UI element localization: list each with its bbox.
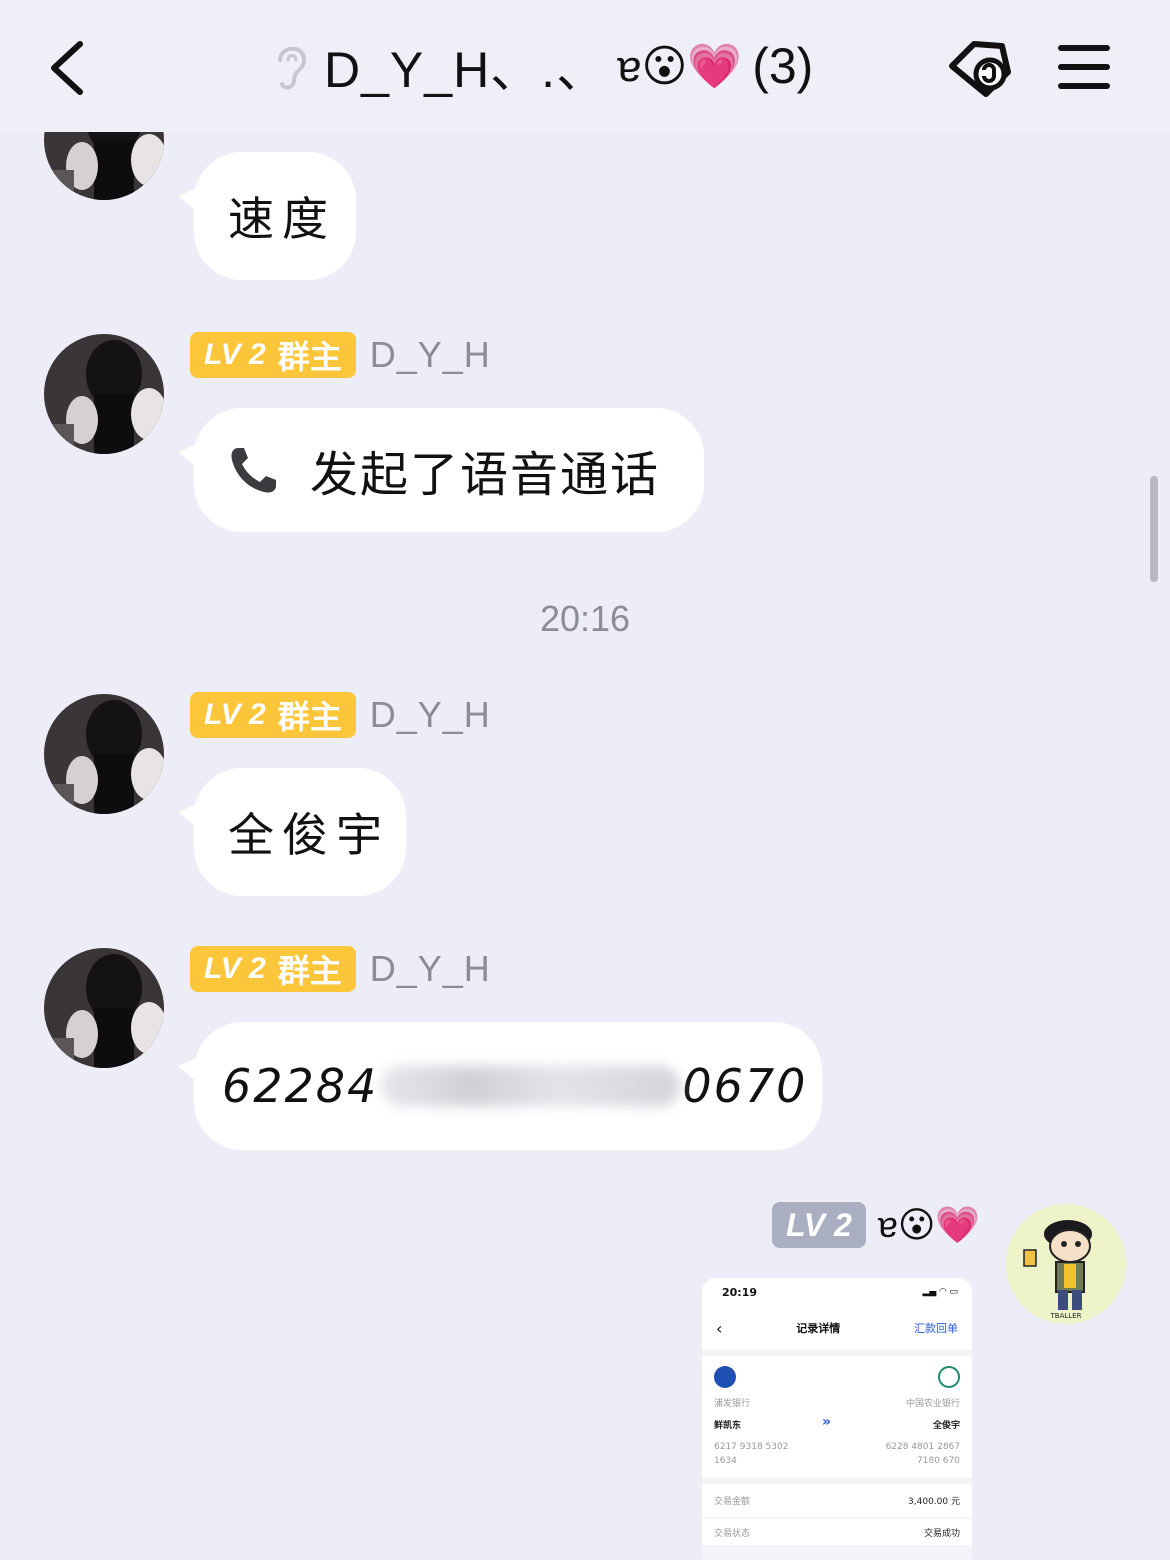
- menu-icon[interactable]: [1056, 42, 1112, 92]
- badge-role: 群主: [277, 339, 342, 375]
- to-name: 全俊宇: [932, 1421, 960, 1431]
- card-number-start: 62284: [222, 1059, 379, 1113]
- spdb-logo-icon: [714, 1366, 736, 1388]
- avatar[interactable]: [44, 334, 164, 454]
- message-text: 速度: [228, 192, 336, 246]
- receipt-screenshot[interactable]: 20:19 ▂▄ ◠ ▭ ‹ 记录详情 汇款回单 浦发银行 中国农业银行 鲜凯东…: [702, 1278, 972, 1560]
- amount-row: 交易金额 3,400.00 元: [702, 1484, 972, 1517]
- sender-info: LV 2 群主 D_Y_H: [190, 946, 491, 992]
- badge-level: LV 2: [204, 698, 266, 731]
- svg-text:TBALLER: TBALLER: [1050, 1312, 1082, 1320]
- to-account: 6228 4801 2867: [885, 1442, 960, 1452]
- chat-header: D_Y_H、.、 ɐ😮💗 (3): [0, 0, 1170, 132]
- from-account: 6217 9318 5302: [714, 1442, 789, 1452]
- receipt-nav: ‹ 记录详情 汇款回单: [702, 1306, 972, 1350]
- avatar[interactable]: [44, 694, 164, 814]
- badge-level: LV 2: [204, 338, 266, 371]
- message-text: 发起了语音通话: [310, 449, 661, 502]
- receipt-status-bar: 20:19 ▂▄ ◠ ▭: [702, 1278, 972, 1306]
- owner-badge: LV 2 群主: [190, 692, 356, 738]
- sender-info: LV 2 群主 D_Y_H: [190, 332, 491, 378]
- self-sender-info: LV 2 ɐ😮💗: [772, 1202, 980, 1248]
- from-account-2: 1634: [714, 1456, 737, 1466]
- sender-name: D_Y_H: [369, 694, 491, 735]
- sender-name: D_Y_H: [369, 948, 491, 989]
- group-name: D_Y_H、.、: [324, 42, 608, 98]
- owner-badge: LV 2 群主: [190, 946, 356, 992]
- badge-level: LV 2: [204, 952, 266, 985]
- receipt-transfer-info: 浦发银行 中国农业银行 鲜凯东 全俊宇 » 6217 9318 5302 622…: [702, 1356, 972, 1478]
- ear-icon: [278, 46, 307, 90]
- badge-role: 群主: [277, 953, 342, 989]
- member-count: (3): [752, 38, 814, 94]
- message-bubble[interactable]: 速度: [178, 152, 356, 280]
- sender-info: LV 2 群主 D_Y_H: [190, 692, 491, 738]
- status-icons: ▂▄ ◠ ▭: [922, 1287, 958, 1297]
- receipt-back-icon: ‹: [716, 1318, 723, 1338]
- message-bubble[interactable]: 62284 0670: [178, 1022, 822, 1150]
- from-bank: 浦发银行: [714, 1399, 751, 1409]
- to-bank: 中国农业银行: [905, 1399, 960, 1409]
- sender-name: D_Y_H: [369, 334, 491, 375]
- phone-icon: [231, 448, 276, 493]
- from-name: 鲜凯东: [714, 1421, 742, 1431]
- call-icon[interactable]: [944, 36, 1018, 100]
- message-text: 全俊宇: [228, 808, 390, 862]
- amount-label: 交易金额: [714, 1497, 751, 1507]
- badge-role: 群主: [277, 699, 342, 735]
- status-value: 交易成功: [923, 1529, 960, 1539]
- message-bubble[interactable]: 全俊宇: [178, 768, 406, 896]
- voice-call-bubble[interactable]: 发起了语音通话: [178, 408, 704, 532]
- scrollbar[interactable]: [1150, 476, 1158, 582]
- card-number-end: 0670: [682, 1059, 808, 1113]
- owner-badge: LV 2 群主: [190, 332, 356, 378]
- status-label: 交易状态: [714, 1529, 751, 1539]
- abc-logo-icon: [938, 1366, 960, 1388]
- chat-title[interactable]: D_Y_H、.、 ɐ😮💗 (3): [270, 30, 813, 102]
- status-row: 交易状态 交易成功: [702, 1517, 972, 1545]
- self-name: ɐ😮💗: [877, 1204, 981, 1245]
- redacted-blur: [380, 1066, 681, 1106]
- self-avatar[interactable]: TBALLER: [1006, 1204, 1126, 1324]
- amount-value: 3,400.00 元: [908, 1497, 960, 1507]
- receipt-link: 汇款回单: [914, 1322, 958, 1335]
- receipt-status-time: 20:19: [722, 1285, 758, 1299]
- receipt-title: 记录详情: [796, 1322, 841, 1335]
- back-arrow-icon[interactable]: [40, 36, 100, 100]
- self-level-badge: LV 2: [772, 1202, 866, 1248]
- to-account-2: 7180 670: [917, 1456, 960, 1466]
- timestamp: 20:16: [539, 598, 631, 639]
- group-name-emoji: ɐ😮💗: [617, 42, 743, 91]
- transfer-arrow-icon: »: [822, 1414, 832, 1430]
- avatar[interactable]: [44, 948, 164, 1068]
